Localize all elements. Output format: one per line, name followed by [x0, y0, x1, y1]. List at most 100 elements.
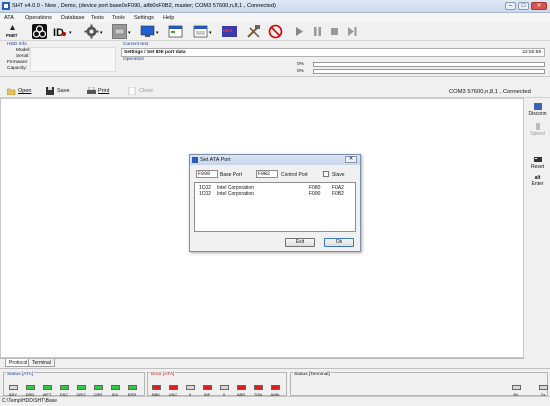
- skip-icon[interactable]: [345, 24, 360, 39]
- ok-button[interactable]: Ok: [324, 238, 354, 247]
- stop-icon[interactable]: [327, 24, 342, 39]
- pnbt-icon[interactable]: PNBT: [5, 24, 20, 39]
- gear-icon[interactable]: [84, 24, 99, 39]
- disconnect-label: Disconn: [528, 111, 547, 117]
- floppy-icon: [46, 87, 54, 95]
- set-ata-port-dialog: Set ATA Port ✕ F090 Base Port F0B2 Contr…: [189, 154, 361, 252]
- tab-terminal[interactable]: Terminal: [28, 359, 55, 367]
- printer-icon: [87, 87, 96, 94]
- dialog-app-icon: [192, 157, 198, 163]
- menu-help[interactable]: Help: [163, 15, 174, 21]
- error-ata-led: [152, 385, 161, 390]
- speed-button[interactable]: Speed: [526, 120, 549, 140]
- progress-bar-1: [313, 62, 545, 67]
- slave-label: Slave: [332, 171, 345, 178]
- status-terminal-title: Status [Terminal]: [293, 372, 331, 377]
- model-label: Model:: [16, 48, 31, 53]
- save-label: Save: [57, 88, 70, 94]
- id-icon[interactable]: ID: [53, 24, 68, 39]
- document-close-icon: [128, 87, 136, 95]
- save-button[interactable]: Save: [46, 86, 70, 96]
- gear-dropdown-icon[interactable]: ▾: [100, 30, 103, 36]
- right-toolbar: Disconn Speed Reset alt Enter: [525, 98, 550, 368]
- status-ata-led: [43, 385, 52, 390]
- current-test-box: Settings / Set IDE port data 22:50:59: [121, 48, 545, 57]
- drive-dropdown-icon[interactable]: ▾: [128, 30, 131, 36]
- id-dropdown-icon[interactable]: ▾: [69, 30, 72, 36]
- title-bar: SHT v4.0.9 - New , Demo, (device port ba…: [0, 0, 550, 13]
- close-button[interactable]: ✕: [531, 2, 547, 10]
- connection-status: COM3 57600,n,8,1 , Connected: [449, 89, 531, 95]
- window-list-icon[interactable]: [193, 24, 208, 39]
- menu-operations[interactable]: Operations: [25, 15, 52, 21]
- dialog-title: Set ATA Port: [200, 157, 231, 163]
- print-button[interactable]: Print: [87, 86, 109, 96]
- hdd-info-header: HDD Info: [7, 42, 27, 47]
- current-test-time: 22:50:59: [522, 50, 541, 55]
- enter-button[interactable]: alt Enter: [526, 173, 549, 193]
- status-ata-group: Status [ATA] BSY DRD WFT DSC DRQ CRR IDX ERR: [3, 372, 145, 397]
- firmware-label: Firmware:: [7, 60, 29, 65]
- error-ata-led: [237, 385, 246, 390]
- hex-icon[interactable]: HEX: [222, 24, 237, 39]
- dialog-title-bar: Set ATA Port ✕: [190, 155, 360, 165]
- reset-label: Reset: [530, 164, 545, 170]
- speed-label: Speed: [530, 131, 545, 137]
- current-test-header: Current test: [123, 42, 149, 47]
- dialog-close-button[interactable]: ✕: [345, 156, 357, 163]
- biohazard-icon[interactable]: [32, 24, 47, 39]
- app-icon: [2, 2, 10, 10]
- status-ata-led: [60, 385, 69, 390]
- enter-label: Enter: [531, 181, 544, 187]
- base-port-input[interactable]: F090: [196, 170, 218, 178]
- current-path: C:\Temp\HDD\SHT\Base: [2, 398, 58, 404]
- base-port-label: Base Port: [220, 171, 242, 178]
- folder-open-icon: [7, 88, 16, 95]
- close-label: Close: [139, 88, 154, 94]
- row-ctrl: F0B2: [332, 191, 344, 197]
- close-doc-button[interactable]: Close: [128, 86, 153, 96]
- current-test-value: Settings / Set IDE port data: [124, 50, 186, 55]
- window-dropdown-icon[interactable]: ▾: [209, 30, 212, 36]
- error-ata-title: Error [ATA]: [150, 372, 176, 377]
- tools-icon[interactable]: [246, 24, 261, 39]
- control-port-input[interactable]: F0B2: [256, 170, 278, 178]
- pause-icon[interactable]: [310, 24, 325, 39]
- open-button[interactable]: Open: [7, 86, 31, 96]
- capacity-label: Capacity:: [7, 66, 27, 71]
- tab-bar: Protocol Terminal: [0, 358, 524, 367]
- disconnect-button[interactable]: Disconn: [526, 100, 549, 120]
- error-ata-group: Error [ATA] BBK UNC 0 INF 0 ABR TON AMN: [147, 372, 287, 397]
- terminal-led: [539, 385, 548, 390]
- slave-checkbox[interactable]: [323, 171, 329, 177]
- menu-tools[interactable]: Tools: [112, 15, 125, 21]
- drive-icon[interactable]: [112, 24, 127, 39]
- no-entry-icon[interactable]: [268, 24, 283, 39]
- port-list-row[interactable]: 1C02 Intel Corporation F090 F0B2: [195, 191, 355, 197]
- menu-settings[interactable]: Settings: [134, 15, 154, 21]
- exit-button[interactable]: Exit: [285, 238, 315, 247]
- error-ata-led: [271, 385, 280, 390]
- row-base: F090: [309, 191, 321, 197]
- minimize-button[interactable]: –: [505, 2, 516, 10]
- monitor-dropdown-icon[interactable]: ▾: [156, 30, 159, 36]
- menu-ata[interactable]: ATA: [4, 15, 14, 21]
- reset-button[interactable]: Reset: [526, 153, 549, 173]
- maximize-button[interactable]: □: [518, 2, 529, 10]
- status-ata-led: [128, 385, 137, 390]
- play-icon[interactable]: [292, 24, 307, 39]
- monitor-icon[interactable]: [140, 24, 155, 39]
- progress1-label: 0%: [297, 62, 304, 67]
- terminal-led: [512, 385, 521, 390]
- svg-text:PNBT: PNBT: [6, 33, 18, 38]
- info-panel: HDD Info Model: Serial: Firmware: Capaci…: [0, 41, 550, 77]
- operation-header: Operation: [123, 57, 145, 62]
- file-bar: Open Save Print Close COM3 57600,n,8,1 ,…: [0, 84, 550, 98]
- speed-icon: [535, 123, 540, 130]
- menu-tests[interactable]: Tests: [91, 15, 104, 21]
- progress2-label: 0%: [297, 69, 304, 74]
- row-id: 1C02: [199, 191, 211, 197]
- menu-database[interactable]: Database: [61, 15, 85, 21]
- window-icon[interactable]: [168, 24, 183, 39]
- port-list[interactable]: 1C02 Intel Corporation F080 F0A2 1C02 In…: [194, 182, 356, 232]
